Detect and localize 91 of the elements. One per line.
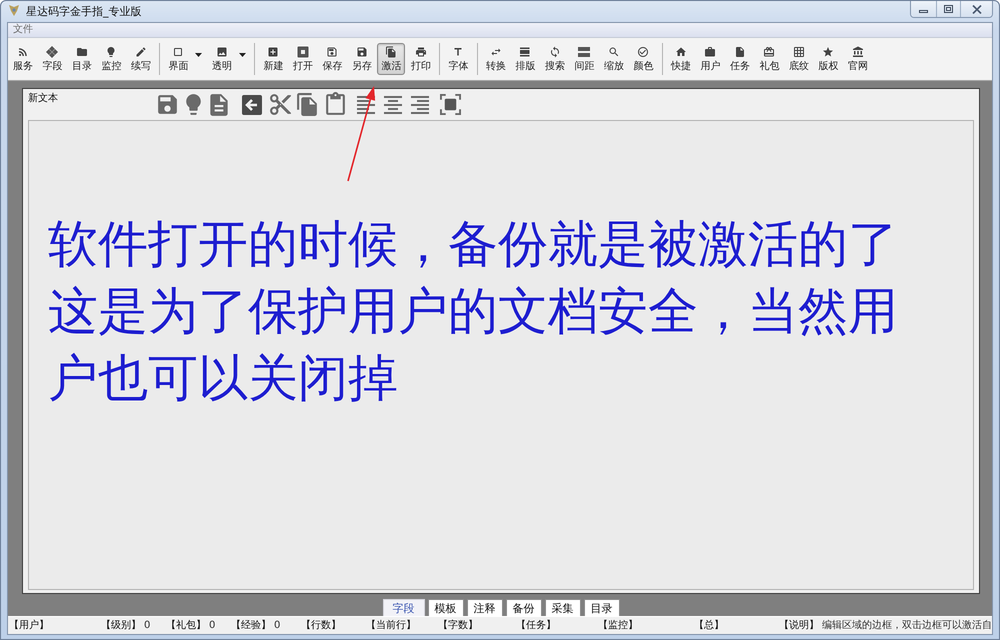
status-label: 【说明】: [779, 620, 819, 632]
minimize-button[interactable]: [911, 1, 936, 17]
bottom-tab[interactable]: 注释: [466, 599, 502, 616]
copy-icon: [385, 46, 398, 58]
toolbar-button[interactable]: 任务: [726, 43, 754, 75]
double-bar-icon: [578, 46, 590, 58]
copy-icon[interactable]: [295, 92, 320, 117]
layout-icon: [519, 46, 532, 58]
minimize-icon: [919, 10, 928, 12]
document-title: 新文本: [28, 93, 58, 105]
status-label: 【监控】: [598, 620, 638, 632]
toolbar-button[interactable]: 字体: [444, 43, 472, 75]
text-editor[interactable]: 软件打开的时候，备份就是被激活的了这是为了保护用户的文档安全，当然用户也可以关闭掉: [28, 120, 974, 590]
briefcase-icon: [704, 46, 716, 58]
toolbar-button[interactable]: 新建: [259, 43, 288, 75]
caret-down-icon: [238, 53, 246, 57]
maximize-button[interactable]: [936, 1, 960, 17]
status-value: 0: [274, 620, 280, 632]
toolbar-button[interactable]: 打印: [406, 43, 435, 75]
status-label: 【行数】: [301, 620, 341, 632]
status-label: 【用户】: [9, 620, 49, 632]
scissors-icon[interactable]: [268, 92, 293, 117]
toolbar-button[interactable]: 目录: [68, 43, 96, 75]
status-value: 编辑区域的边框，双击边框可以激活自: [822, 620, 992, 632]
toolbar-dropdown-button[interactable]: 界面: [164, 43, 206, 75]
dot-square-icon: [296, 46, 309, 58]
landmark-icon: [852, 46, 864, 58]
printer-icon: [414, 46, 427, 58]
star-icon: [822, 46, 834, 58]
status-label: 【级别】: [101, 620, 141, 632]
image-icon: [216, 46, 228, 58]
status-label: 【当前行】: [366, 620, 416, 632]
toolbar-dropdown-button[interactable]: 透明: [208, 43, 250, 75]
status-label: 【总】: [694, 620, 724, 632]
toolbar-button[interactable]: 版权: [814, 43, 842, 75]
status-label: 【礼包】: [166, 620, 206, 632]
toolbar-button[interactable]: 监控: [97, 43, 126, 75]
bottom-tab[interactable]: 模板: [428, 599, 464, 616]
toolbar-button[interactable]: 缩放: [600, 43, 628, 75]
window-title: 星达码字金手指_专业版: [26, 5, 142, 19]
grid-icon: [792, 46, 805, 58]
close-icon: [972, 4, 982, 14]
search-icon: [608, 46, 620, 58]
bottom-tab[interactable]: 字段: [382, 599, 424, 616]
toolbar-button[interactable]: 搜索: [540, 43, 569, 75]
toolbar-button[interactable]: 服务: [8, 43, 37, 75]
status-label: 【任务】: [516, 620, 556, 632]
toolbar-button[interactable]: 官网: [844, 43, 872, 75]
toolbar-button[interactable]: 续写: [126, 43, 155, 75]
toolbar-button[interactable]: 保存: [318, 43, 346, 75]
bottom-tab[interactable]: 目录: [584, 599, 620, 616]
pencil-icon: [134, 46, 147, 58]
maximize-icon: [944, 5, 953, 13]
diamond-icon: [46, 46, 58, 58]
swap-arrows-icon: [490, 46, 502, 58]
clipboard-icon[interactable]: [323, 92, 348, 117]
toolbar-button[interactable]: 间距: [570, 43, 598, 75]
lightbulb-icon: [105, 46, 118, 58]
toolbar-button[interactable]: 打开: [288, 43, 317, 75]
toolbar-button[interactable]: 转换: [482, 43, 510, 75]
gift-icon: [763, 46, 776, 58]
app-icon: [8, 5, 20, 17]
status-label: 【字数】: [438, 620, 478, 632]
toolbar-button[interactable]: 用户: [696, 43, 724, 75]
menu-item[interactable]: 文件: [11, 24, 35, 36]
file-icon: [734, 46, 746, 58]
toolbar-button[interactable]: 字段: [38, 43, 66, 75]
fullscreen-icon[interactable]: [440, 94, 461, 115]
save-icon[interactable]: [155, 92, 180, 117]
close-button[interactable]: [960, 1, 992, 17]
toolbar-button[interactable]: 颜色: [629, 43, 658, 75]
toolbar-button[interactable]: 底纹: [784, 43, 813, 75]
status-value: 0: [144, 620, 150, 632]
status-label: 【经验】: [231, 620, 271, 632]
caret-down-icon: [195, 53, 202, 57]
editor-text: 软件打开的时候，备份就是被激活的了这是为了保护用户的文档安全，当然用户也可以关闭掉: [48, 214, 899, 409]
refresh-icon: [548, 46, 561, 58]
rss-icon: [16, 46, 29, 58]
toolbar-button[interactable]: 另存: [348, 43, 376, 75]
bottom-tab[interactable]: 采集: [544, 599, 580, 616]
status-value: 0: [209, 620, 216, 632]
toolbar-button[interactable]: 礼包: [755, 43, 784, 75]
toolbar-button[interactable]: 快捷: [666, 43, 695, 75]
bottom-tab[interactable]: 备份: [506, 599, 542, 616]
letter-t-icon: [452, 46, 464, 58]
toolbar-button[interactable]: 排版: [511, 43, 540, 75]
toolbar-button[interactable]: 激活: [377, 43, 406, 75]
save-icon: [326, 46, 338, 58]
folder-icon: [76, 46, 88, 58]
house-icon: [674, 46, 687, 58]
floppy-icon: [356, 46, 368, 58]
